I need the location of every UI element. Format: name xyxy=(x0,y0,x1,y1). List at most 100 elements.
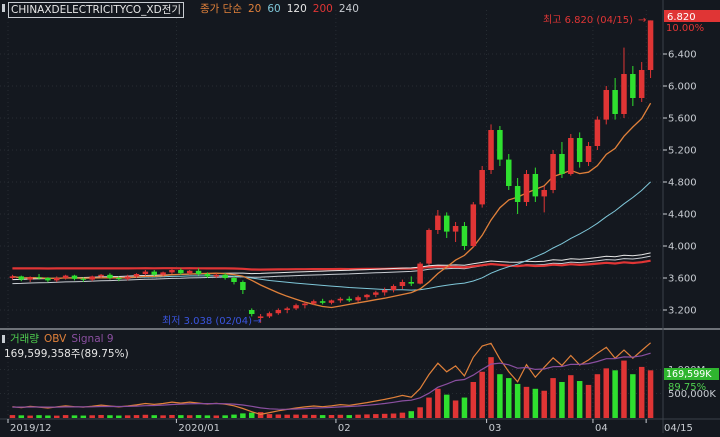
volume-bar xyxy=(62,415,69,418)
volume-bar xyxy=(116,415,122,418)
volume-bar xyxy=(178,415,184,418)
volume-bar xyxy=(435,388,441,418)
high-annotation: 최고 6.820 (04/15) xyxy=(543,14,633,26)
volume-bar xyxy=(27,415,33,418)
candle-body xyxy=(9,276,16,278)
volume-bar xyxy=(417,407,423,418)
date-tick-label: 04 xyxy=(595,423,608,433)
volume-bar xyxy=(523,386,530,418)
volume-bar xyxy=(124,415,131,418)
volume-bar xyxy=(293,414,299,418)
ma-legend-60: 60 xyxy=(267,3,281,15)
signal-legend-label: Signal 9 xyxy=(71,333,114,345)
volume-current-pct: 89.75% xyxy=(668,382,706,393)
low-annotation: 최저 3.038 (02/04) xyxy=(162,315,252,327)
date-tick-label: 04/15 xyxy=(664,423,693,433)
candle-body xyxy=(222,274,228,278)
candle-body xyxy=(18,276,25,280)
candle-body xyxy=(248,310,255,314)
volume-bar xyxy=(311,414,317,418)
candle-body xyxy=(213,274,220,277)
candle-body xyxy=(612,90,618,114)
volume-bar xyxy=(373,414,379,418)
volume-bar xyxy=(408,411,415,418)
volume-bar xyxy=(550,378,556,418)
volume-bar xyxy=(541,390,547,418)
volume-bar xyxy=(80,415,87,418)
volume-bar xyxy=(630,374,636,418)
volume-bar xyxy=(364,414,370,418)
volume-bar xyxy=(257,412,264,418)
volume-summary: 169,599,358주(89.75%) xyxy=(4,348,129,360)
candle-body xyxy=(27,277,33,280)
candle-body xyxy=(452,226,459,232)
volume-bar xyxy=(568,375,574,418)
candle-body xyxy=(514,186,521,202)
date-tick-label: 02 xyxy=(338,423,351,433)
volume-legend[interactable]: 거래량 OBV Signal 9 xyxy=(10,333,119,345)
candle-body xyxy=(443,215,450,232)
date-tick-label: 2019/12 xyxy=(10,423,52,433)
date-tick-label: 03 xyxy=(489,423,502,433)
volume-bar xyxy=(204,415,211,418)
stock-chart[interactable]: 6.400 6.000 5.600 5.200 4.800 4.400 4.000 3.600… xyxy=(0,0,720,434)
volume-bar xyxy=(160,415,166,418)
ma-legend-label: 종가 단순 xyxy=(200,3,242,15)
candle-body xyxy=(568,138,574,174)
pane-marker-icon xyxy=(2,4,5,12)
volume-bar xyxy=(381,413,388,418)
volume-bar xyxy=(328,414,335,418)
candle-body xyxy=(532,174,539,197)
candle-body xyxy=(231,278,237,282)
candle-body xyxy=(319,301,326,303)
chart-background xyxy=(0,0,720,433)
volume-bar xyxy=(266,414,273,418)
candle-body xyxy=(328,300,335,303)
candle-body xyxy=(461,226,468,246)
candle-body xyxy=(45,278,51,281)
candle-body xyxy=(381,290,388,293)
candle-body xyxy=(124,276,131,279)
price-legend[interactable]: 종가 단순 20 60 120 200 240 xyxy=(200,2,365,16)
volume-bar xyxy=(275,414,282,418)
last-price-value: 6.820 xyxy=(667,12,696,23)
volume-bar xyxy=(594,374,601,418)
volume-bar xyxy=(107,415,113,418)
chart-canvas[interactable]: 6.400 6.000 5.600 5.200 4.800 4.400 4.000 3.600… xyxy=(0,0,720,434)
candle-body xyxy=(204,274,211,277)
candle-body xyxy=(550,154,556,190)
volume-bar xyxy=(612,370,618,418)
high-percent: 10.00% xyxy=(666,23,704,34)
volume-bar xyxy=(638,366,645,418)
volume-bar xyxy=(248,412,255,418)
candle-body xyxy=(133,274,140,277)
candle-body xyxy=(311,301,317,304)
candle-body xyxy=(240,282,246,290)
volume-bar xyxy=(169,414,175,418)
volume-bar xyxy=(195,415,202,418)
candle-body xyxy=(355,297,361,301)
volume-pane-marker-icon xyxy=(2,335,5,343)
symbol-title[interactable]: CHINAXDELECTRICITYCO_XD전기 xyxy=(8,2,185,18)
volume-bar xyxy=(443,394,450,418)
candle-body xyxy=(293,305,299,309)
volume-bar xyxy=(222,415,228,418)
volume-bar xyxy=(576,381,583,418)
volume-bar xyxy=(470,381,477,418)
volume-bar xyxy=(45,415,51,418)
volume-bar xyxy=(346,415,352,418)
candle-body xyxy=(426,230,432,264)
volume-bar xyxy=(390,413,397,418)
volume-bar xyxy=(647,370,654,418)
candle-body xyxy=(373,292,379,295)
candle-body xyxy=(169,270,175,273)
candle-body xyxy=(417,263,423,284)
candle-body xyxy=(435,215,441,230)
candle-body xyxy=(116,278,122,279)
price-tick-label: 4.400 xyxy=(668,210,697,221)
volume-bar xyxy=(89,415,95,418)
volume-bar xyxy=(488,357,494,418)
candle-body xyxy=(408,282,415,284)
volume-bar xyxy=(319,415,326,418)
candle-body xyxy=(621,74,627,114)
